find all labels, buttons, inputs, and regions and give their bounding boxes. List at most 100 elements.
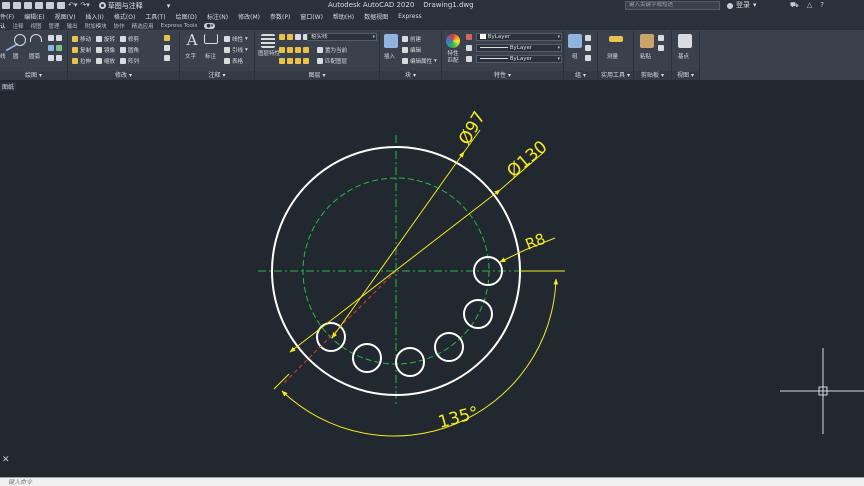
- login-button[interactable]: 登录 ▾: [727, 0, 757, 11]
- bulb-icon[interactable]: [279, 34, 285, 40]
- menu-help[interactable]: 帮助(H): [333, 12, 354, 21]
- workspace-dropdown[interactable]: 草图与注释 ▾: [98, 1, 170, 11]
- match-layer-icon[interactable]: [317, 58, 323, 64]
- menu-parametric[interactable]: 参数(P): [270, 12, 290, 21]
- menu-draw[interactable]: 绘图(D): [176, 12, 197, 21]
- plot-icon[interactable]: [57, 2, 65, 9]
- tab-collaborate[interactable]: 协作: [114, 22, 125, 30]
- menu-file[interactable]: 件(F): [0, 12, 14, 21]
- undo-icon[interactable]: ↶▾: [68, 0, 77, 11]
- panel-utilities-label[interactable]: 实用工具 ▾: [598, 71, 633, 80]
- text-icon[interactable]: A: [185, 33, 199, 48]
- print-icon[interactable]: [46, 2, 54, 9]
- panel-clipboard-label[interactable]: 剪贴板 ▾: [634, 71, 671, 80]
- hole-circle-3[interactable]: [434, 332, 464, 362]
- dim-angle-text[interactable]: 135°: [436, 403, 481, 433]
- tab-view[interactable]: 视图: [31, 22, 42, 30]
- group-edit-icon[interactable]: [585, 45, 591, 51]
- create-block-button[interactable]: 创建: [402, 35, 421, 43]
- tab-manage[interactable]: 管理: [49, 22, 60, 30]
- dim-d97-text[interactable]: Ø97: [455, 108, 490, 148]
- open-file-icon[interactable]: [13, 2, 21, 9]
- layer-lock-icon[interactable]: [303, 47, 309, 53]
- menu-tools[interactable]: 工具(T): [145, 12, 165, 21]
- drawing-canvas[interactable]: Ø97 Ø130 R8 135°: [0, 92, 864, 456]
- menu-format[interactable]: 格式(O): [114, 12, 135, 21]
- lineweight-dropdown[interactable]: ByLayer: [476, 55, 562, 63]
- command-input[interactable]: [8, 478, 308, 486]
- stretch-button[interactable]: 拉伸: [80, 57, 94, 65]
- menu-edit[interactable]: 编辑(E): [24, 12, 44, 21]
- layer-properties-icon[interactable]: [261, 34, 275, 48]
- mirror-icon[interactable]: [96, 47, 102, 53]
- help-icon[interactable]: ?: [820, 0, 824, 11]
- tab-featured-apps[interactable]: 精选应用: [132, 22, 154, 30]
- panel-groups-label[interactable]: 组 ▾: [564, 71, 597, 80]
- offset-icon[interactable]: [164, 55, 170, 61]
- layer-isolate-icon[interactable]: [287, 47, 293, 53]
- circle-icon[interactable]: [14, 34, 26, 46]
- insert-block-icon[interactable]: [384, 34, 398, 48]
- move-icon[interactable]: [72, 36, 78, 42]
- edit-block-button[interactable]: 编辑: [402, 46, 421, 54]
- angle-extension-2[interactable]: [273, 373, 290, 390]
- panel-layers-label[interactable]: 图层 ▾: [255, 71, 379, 80]
- color-dropdown[interactable]: ByLayer: [476, 33, 562, 41]
- table-button[interactable]: 表格: [224, 57, 243, 65]
- dim-r8-leader[interactable]: [499, 249, 526, 263]
- match-properties-icon[interactable]: [446, 34, 460, 48]
- menu-window[interactable]: 窗口(W): [300, 12, 323, 21]
- measure-icon[interactable]: [609, 36, 623, 42]
- draw-extra-row-3[interactable]: [48, 55, 62, 61]
- mirror-button[interactable]: 镜像: [104, 46, 118, 54]
- ungroup-icon[interactable]: [585, 35, 591, 41]
- layer-unlock-icon[interactable]: [303, 58, 309, 64]
- panel-annotate-label[interactable]: 注释 ▾: [180, 71, 254, 80]
- dim-d130-text[interactable]: Ø130: [503, 137, 551, 182]
- panel-view-label[interactable]: 视图 ▾: [672, 71, 699, 80]
- menu-express[interactable]: Express: [398, 13, 421, 20]
- stretch-icon[interactable]: [72, 58, 78, 64]
- save-as-icon[interactable]: [35, 2, 43, 9]
- erase-icon[interactable]: [164, 35, 170, 41]
- lock-icon[interactable]: [295, 34, 301, 40]
- draw-extra-row-1[interactable]: [48, 35, 62, 41]
- dimension-icon[interactable]: [204, 34, 218, 44]
- dim-r8-text[interactable]: R8: [523, 230, 548, 254]
- tab-options-button[interactable]: ●▾: [204, 23, 216, 29]
- menu-dimension[interactable]: 标注(N): [207, 12, 228, 21]
- layer-walk-icon[interactable]: [279, 58, 285, 64]
- base-view-icon[interactable]: [678, 34, 692, 48]
- group-icon[interactable]: [568, 34, 582, 48]
- copy-icon[interactable]: [72, 47, 78, 53]
- array-icon[interactable]: [120, 58, 126, 64]
- menu-data-view[interactable]: 数据视图: [364, 12, 388, 21]
- match-layer-button[interactable]: 匹配图层: [325, 57, 347, 65]
- scale-button[interactable]: 缩放: [104, 57, 118, 65]
- file-tab[interactable]: 图纸: [0, 82, 17, 91]
- rotate-button[interactable]: 旋转: [104, 35, 118, 43]
- sun-icon[interactable]: [287, 34, 293, 40]
- fillet-button[interactable]: 圆角: [128, 46, 139, 54]
- hole-circle-4[interactable]: [395, 347, 425, 377]
- trim-button[interactable]: 修剪: [128, 35, 139, 43]
- move-button[interactable]: 移动: [80, 35, 94, 43]
- layer-delete-icon[interactable]: [295, 58, 301, 64]
- redo-icon[interactable]: ↷▾: [80, 0, 89, 11]
- menu-modify[interactable]: 修改(M): [238, 12, 260, 21]
- new-file-icon[interactable]: [2, 2, 10, 9]
- array-button[interactable]: 阵列: [128, 57, 139, 65]
- layer-freeze-icon[interactable]: [295, 47, 301, 53]
- menu-insert[interactable]: 插入(I): [85, 12, 103, 21]
- tab-output[interactable]: 输出: [67, 22, 78, 30]
- dim-d97-line[interactable]: [331, 151, 465, 339]
- linetype-dropdown[interactable]: ByLayer: [476, 44, 562, 52]
- set-current-icon[interactable]: [317, 47, 323, 53]
- linear-dim-button[interactable]: 线性 ▾: [224, 35, 248, 43]
- cut-icon[interactable]: [658, 45, 664, 51]
- paste-icon[interactable]: [640, 34, 654, 48]
- hole-circle-2[interactable]: [463, 299, 493, 329]
- layer-dropdown[interactable]: 粗实线: [307, 33, 377, 41]
- trim-icon[interactable]: [120, 36, 126, 42]
- draw-extra-row-2[interactable]: [48, 45, 62, 51]
